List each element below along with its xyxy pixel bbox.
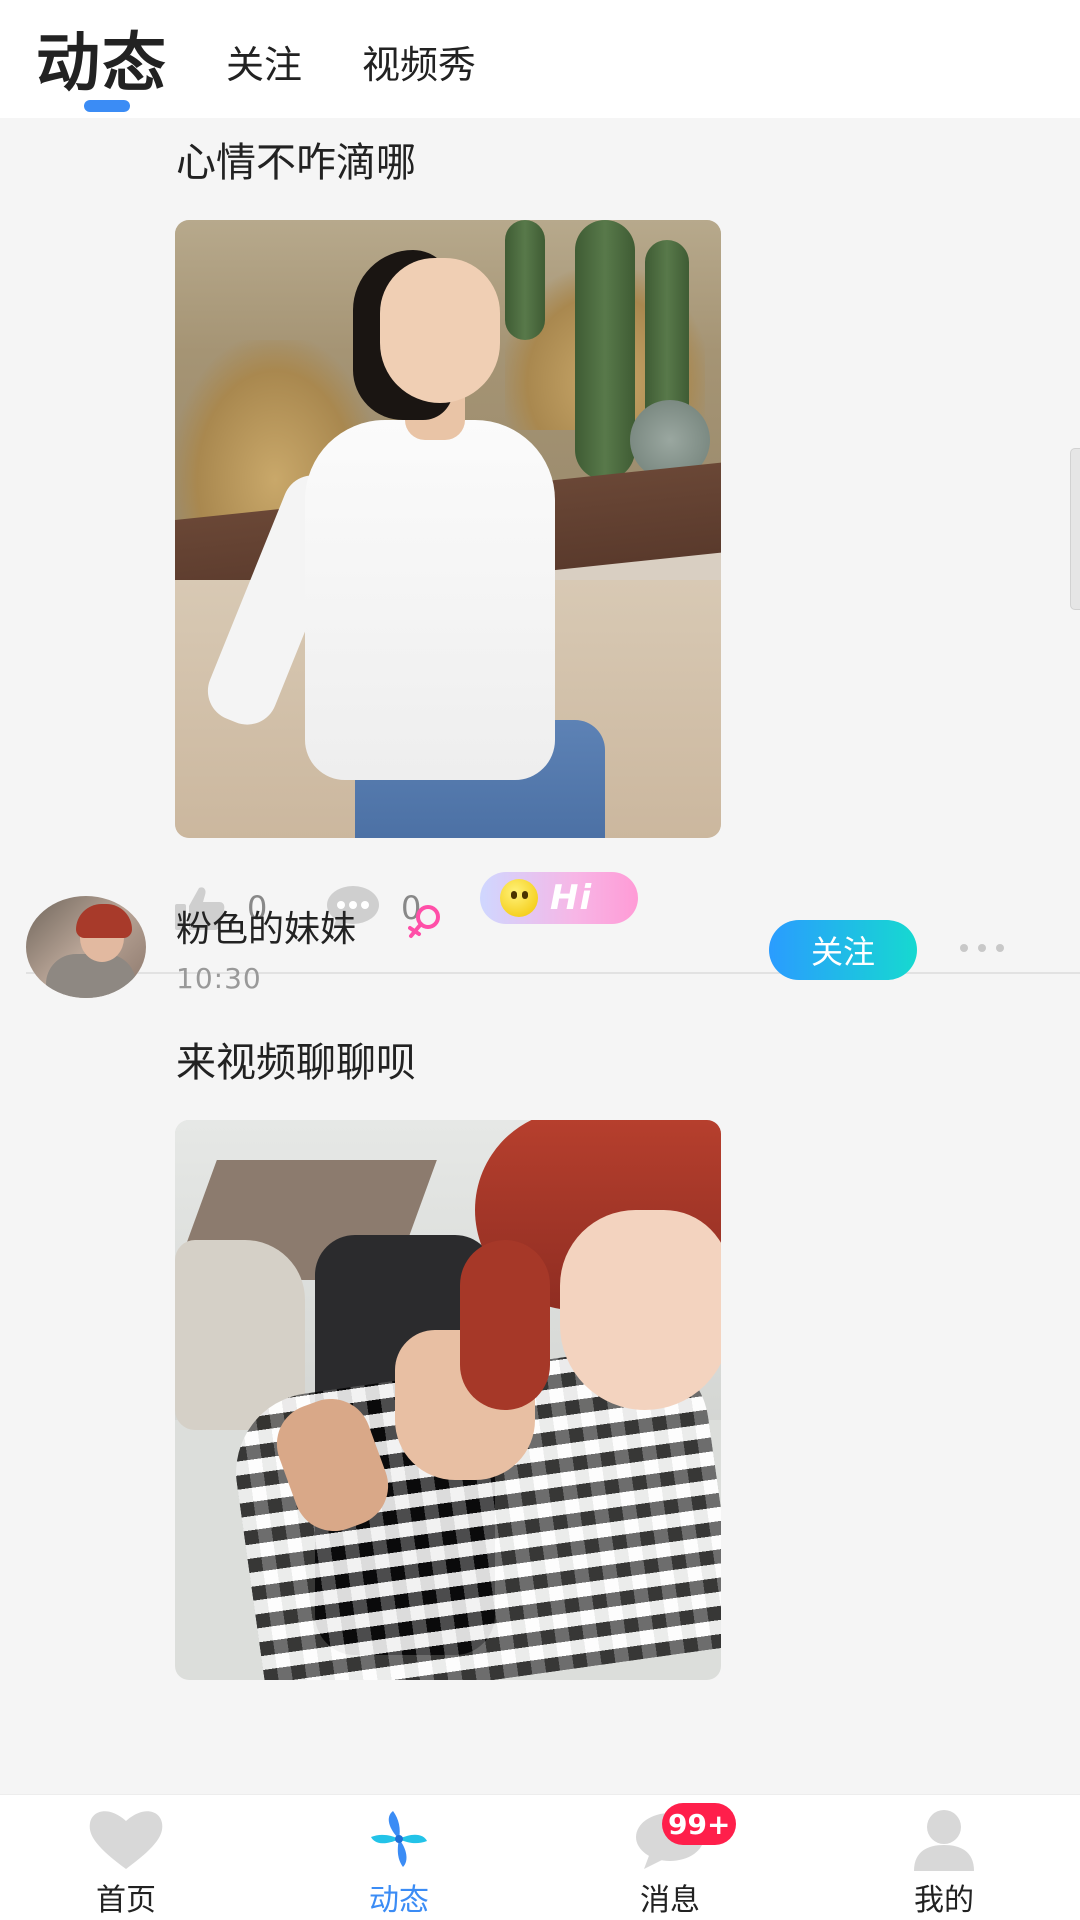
post-time: 10:30 <box>176 962 262 995</box>
bottom-navigation: 首页 动态 99+ 消息 我的 <box>0 1794 1080 1920</box>
nav-item-dynamic[interactable]: 动态 <box>299 1795 499 1920</box>
post-text: 来视频聊聊呗 <box>176 1040 416 1086</box>
avatar[interactable] <box>26 896 146 998</box>
nav-label-dynamic: 动态 <box>369 1883 429 1918</box>
say-hi-button[interactable]: Hi <box>480 872 638 924</box>
heart-icon <box>89 1811 163 1869</box>
female-icon <box>408 905 440 938</box>
nav-label-mine: 我的 <box>914 1883 974 1918</box>
pinwheel-icon <box>371 1811 427 1867</box>
nav-item-messages[interactable]: 99+ 消息 <box>570 1795 770 1920</box>
follow-button[interactable]: 关注 <box>769 920 917 980</box>
more-options-icon[interactable] <box>960 944 1004 956</box>
top-tab-bar: 动态 关注 视频秀 <box>0 0 1080 118</box>
tab-video-show[interactable]: 视频秀 <box>362 34 476 89</box>
nav-label-home: 首页 <box>96 1883 156 1918</box>
user-icon <box>914 1810 974 1871</box>
say-hi-label: Hi <box>550 878 593 918</box>
edge-scroll-handle[interactable] <box>1070 448 1080 610</box>
unread-badge: 99+ <box>662 1803 737 1845</box>
tab-follow[interactable]: 关注 <box>226 34 302 89</box>
active-tab-indicator <box>84 100 130 112</box>
tab-dynamic[interactable]: 动态 <box>36 12 168 104</box>
feed-list[interactable]: 心情不咋滴哪 0 0 Hi 粉色的妹妹 10:30 关注 来视频聊聊呗 <box>0 118 1080 1794</box>
smiley-emoji-icon <box>500 879 538 917</box>
post-image[interactable] <box>175 1120 721 1680</box>
nav-label-messages: 消息 <box>640 1883 700 1918</box>
post-image[interactable] <box>175 220 721 838</box>
nav-item-home[interactable]: 首页 <box>26 1795 226 1920</box>
post-username[interactable]: 粉色的妹妹 <box>176 900 356 952</box>
post-text: 心情不咋滴哪 <box>176 140 416 186</box>
nav-item-mine[interactable]: 我的 <box>844 1795 1044 1920</box>
app-screen: 动态 关注 视频秀 心情不咋滴哪 0 0 Hi 粉色的妹妹 10:30 关注 来… <box>0 0 1080 1920</box>
